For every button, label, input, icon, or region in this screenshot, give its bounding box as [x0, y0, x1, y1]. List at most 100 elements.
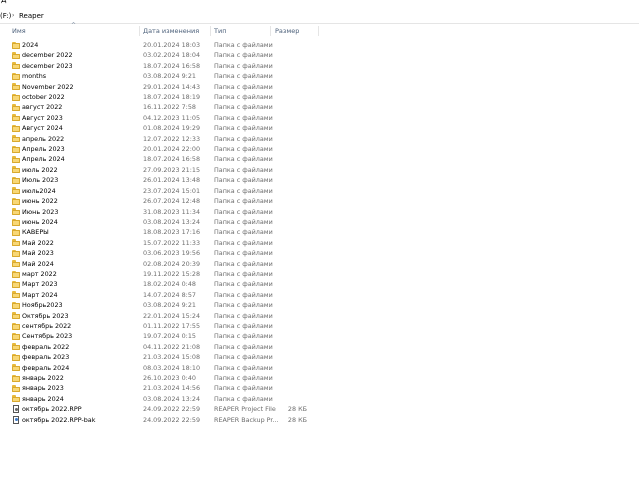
item-name: январь 2022 — [22, 374, 64, 382]
folder-icon — [12, 104, 20, 112]
item-date-modified: 14.07.2024 8:57 — [143, 290, 196, 299]
item-name: январь 2024 — [22, 394, 64, 403]
item-type: REAPER Backup Pr... — [214, 415, 279, 424]
folder-icon — [12, 114, 20, 122]
column-divider[interactable] — [318, 26, 319, 36]
item-name: 2024 — [22, 41, 39, 49]
file-list-row[interactable]: 2024 20.01.2024 18:03 Папка с файлами — [0, 40, 639, 50]
item-type: Папка с файлами — [214, 238, 273, 247]
item-name: November 2022 — [22, 82, 74, 91]
file-list-row[interactable]: december 2023 18.07.2024 16:58 Папка с фай… — [0, 61, 639, 71]
item-date-modified: 20.01.2024 18:03 — [143, 41, 201, 49]
folder-icon — [12, 208, 20, 216]
folder-icon — [12, 301, 20, 309]
item-size: 28 КБ — [287, 405, 307, 414]
file-list-row[interactable]: октябрь 2022.RPP 24.09.2022 22:59 REAPER P… — [0, 404, 639, 414]
item-name: июнь 2022 — [22, 197, 58, 206]
breadcrumb-drive[interactable]: (F:) — [0, 9, 11, 23]
file-list-row[interactable]: december 2022 03.02.2024 18:04 Папка с фай… — [0, 50, 639, 60]
column-divider[interactable] — [210, 26, 211, 36]
file-list-row[interactable]: Март 2023 18.02.2024 0:48 Папка с файлами — [0, 279, 639, 289]
file-list-row[interactable]: март 2022 19.11.2022 15:28 Папка с файлами — [0, 269, 639, 279]
file-list-row[interactable]: август 2022 16.11.2022 7:58 Папка с файлам… — [0, 102, 639, 112]
item-type: Папка с файлами — [214, 332, 273, 341]
item-name: Май 2024 — [22, 259, 54, 268]
item-date-modified: 12.07.2022 12:33 — [143, 134, 201, 143]
file-list-row[interactable]: months 03.08.2024 9:21 Папка с файлами — [0, 71, 639, 81]
file-list-row[interactable]: КАВЕРЫ 18.08.2023 17:16 Папка с файлами — [0, 227, 639, 237]
file-list-row[interactable]: февраль 2023 21.03.2024 15:08 Папка с файл… — [0, 352, 639, 362]
folder-icon — [12, 280, 20, 288]
file-list-row[interactable]: октябрь 2022.RPP-bak 24.09.2022 22:59 REAP… — [0, 415, 639, 425]
item-type: Папка с файлами — [214, 82, 273, 91]
file-list-row[interactable]: июль2024 23.07.2024 15:01 Папка с файлами — [0, 186, 639, 196]
file-list-row[interactable]: Ноябрь2023 03.08.2024 9:21 Папка с файлами — [0, 300, 639, 310]
item-date-modified: 20.01.2024 22:00 — [143, 145, 201, 154]
file-list-row[interactable]: Май 2023 03.06.2023 19:56 Папка с файлами — [0, 248, 639, 258]
item-name: Апрель 2023 — [22, 145, 65, 154]
column-header-name[interactable]: Имя — [12, 24, 138, 38]
item-name: december 2022 — [22, 51, 73, 60]
item-date-modified: 02.08.2024 20:39 — [143, 259, 201, 268]
folder-icon — [12, 93, 20, 101]
folder-icon — [12, 197, 20, 205]
item-type: Папка с файлами — [214, 134, 273, 143]
item-name: октябрь 2022.RPP — [22, 405, 82, 414]
folder-icon — [12, 72, 20, 80]
item-type: Папка с файлами — [214, 269, 273, 278]
file-list-row[interactable]: November 2022 29.01.2024 14:43 Папка с фай… — [0, 82, 639, 92]
file-list-row[interactable]: сентябрь 2022 01.11.2022 17:55 Папка с фай… — [0, 321, 639, 331]
item-date-modified: 18.07.2024 18:19 — [143, 93, 201, 102]
item-name: Август 2024 — [22, 124, 63, 133]
file-list-row[interactable]: Сентябрь 2023 19.07.2024 0:15 Папка с файл… — [0, 331, 639, 341]
column-header-date[interactable]: Дата изменения — [143, 24, 209, 38]
item-name: Сентябрь 2023 — [22, 332, 73, 341]
file-list-row[interactable]: Август 2023 04.12.2023 11:05 Папка с файла… — [0, 113, 639, 123]
window-title-fragment: д — [1, 0, 7, 5]
item-date-modified: 26.01.2024 13:48 — [143, 176, 201, 185]
file-list-row[interactable]: Август 2024 01.08.2024 19:29 Папка с файла… — [0, 123, 639, 133]
item-type: Папка с файлами — [214, 113, 273, 122]
item-name: апрель 2022 — [22, 134, 65, 143]
folder-icon — [12, 312, 20, 320]
file-list-row[interactable]: январь 2023 21.03.2024 14:56 Папка с файла… — [0, 383, 639, 393]
breadcrumb-chevron-icon[interactable]: › — [12, 9, 14, 23]
file-list-row[interactable]: февраль 2024 08.03.2024 18:10 Папка с файл… — [0, 363, 639, 373]
breadcrumb-folder[interactable]: Reaper — [19, 9, 44, 23]
item-type: Папка с файлами — [214, 61, 273, 70]
file-list-row[interactable]: Июль 2023 26.01.2024 13:48 Папка с файлами — [0, 175, 639, 185]
file-list-row[interactable]: october 2022 18.07.2024 18:19 Папка с файл… — [0, 92, 639, 102]
folder-icon — [12, 218, 20, 226]
column-divider[interactable] — [270, 26, 271, 36]
file-list-row[interactable]: июнь 2024 03.08.2024 13:24 Папка с файлами — [0, 217, 639, 227]
file-list-row[interactable]: январь 2022 26.10.2023 0:40 Папка с файлам… — [0, 373, 639, 383]
column-header-row: ^ Имя Дата изменения Тип Размер — [0, 22, 639, 38]
file-list-row[interactable]: апрель 2022 12.07.2022 12:33 Папка с файла… — [0, 134, 639, 144]
file-list-row[interactable]: Июнь 2023 31.08.2023 11:34 Папка с файлами — [0, 207, 639, 217]
item-type: Папка с файлами — [214, 41, 273, 49]
column-header-type[interactable]: Тип — [214, 24, 268, 38]
file-list-row[interactable]: Апрель 2023 20.01.2024 22:00 Папка с файла… — [0, 144, 639, 154]
file-list-row[interactable]: Апрель 2024 18.07.2024 16:58 Папка с файла… — [0, 154, 639, 164]
item-type: Папка с файлами — [214, 51, 273, 60]
item-name: Июль 2023 — [22, 176, 59, 185]
address-bar[interactable]: (F:) › Reaper — [0, 9, 639, 24]
item-type: Папка с файлами — [214, 93, 273, 102]
column-header-size[interactable]: Размер — [275, 24, 315, 38]
file-list-row[interactable]: июль 2022 27.09.2023 21:15 Папка с файлами — [0, 165, 639, 175]
item-name: февраль 2022 — [22, 342, 70, 351]
file-list: 2024 20.01.2024 18:03 Папка с файлами decem… — [0, 40, 639, 425]
file-list-row[interactable]: Октябрь 2023 22.01.2024 15:24 Папка с файл… — [0, 311, 639, 321]
folder-icon — [12, 385, 20, 392]
item-type: Папка с файлами — [214, 207, 273, 216]
column-divider[interactable] — [139, 26, 140, 36]
file-list-row[interactable]: Март 2024 14.07.2024 8:57 Папка с файлами — [0, 290, 639, 300]
file-list-row[interactable]: июнь 2022 26.07.2024 12:48 Папка с файлами — [0, 196, 639, 206]
item-name: december 2023 — [22, 61, 73, 70]
item-type: Папка с файлами — [214, 197, 273, 206]
item-name: февраль 2024 — [22, 363, 70, 372]
file-list-row[interactable]: Май 2024 02.08.2024 20:39 Папка с файлами — [0, 259, 639, 269]
file-list-row[interactable]: Май 2022 15.07.2022 11:33 Папка с файлами — [0, 238, 639, 248]
file-list-row[interactable]: январь 2024 03.08.2024 13:24 Папка с файла… — [0, 394, 639, 404]
file-list-row[interactable]: февраль 2022 04.11.2022 21:08 Папка с файл… — [0, 342, 639, 352]
